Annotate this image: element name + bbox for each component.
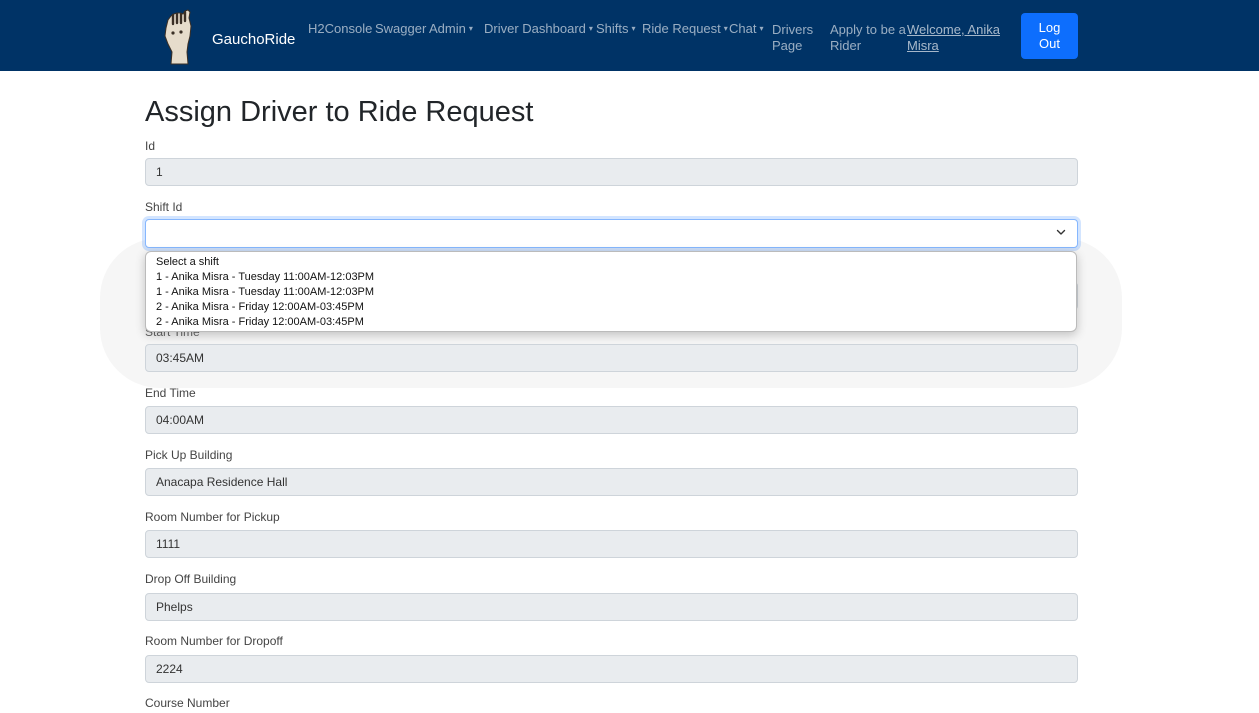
nav-swagger-label: Swagger — [375, 21, 427, 36]
pickup-room-label: Room Number for Pickup — [145, 510, 280, 524]
chevron-down-icon: ▾ — [631, 24, 636, 33]
nav-ride-request-label: Ride Request — [642, 21, 721, 36]
brand-name[interactable]: GauchoRide — [212, 31, 295, 48]
shift-option-placeholder[interactable]: Select a shift — [156, 255, 1076, 270]
logout-line2: Out — [1039, 36, 1060, 51]
dropoff-building-field[interactable]: Phelps — [145, 593, 1078, 621]
shift-option[interactable]: 2 - Anika Misra - Friday 12:00AM-03:45PM — [156, 315, 1076, 330]
id-label: Id — [145, 139, 156, 153]
nav-welcome-line2: Misra — [907, 38, 939, 53]
end-time-field[interactable]: 04:00AM — [145, 406, 1078, 434]
nav-welcome-line1: Welcome, Anika — [907, 22, 1000, 37]
nav-driver-dashboard-dropdown[interactable]: Driver Dashboard ▾ — [484, 21, 593, 37]
shift-dropdown-list: Select a shift 1 - Anika Misra - Tuesday… — [145, 251, 1077, 332]
pickup-building-label: Pick Up Building — [145, 448, 233, 462]
logout-line1: Log — [1038, 20, 1061, 35]
start-time-field[interactable]: 03:45AM — [145, 344, 1078, 372]
nav-apply-line1: Apply to be a — [830, 22, 906, 37]
nav-apply-line2: Rider — [830, 38, 862, 53]
shift-option[interactable]: 1 - Anika Misra - Tuesday 11:00AM-12:03P… — [156, 270, 1076, 285]
chevron-down-icon: ▾ — [468, 24, 473, 33]
nav-apply-rider[interactable]: Apply to be a Rider — [830, 22, 906, 54]
nav-chat-label: Chat — [729, 21, 757, 36]
shift-id-label: Shift Id — [145, 200, 183, 214]
nav-shifts-label: Shifts — [596, 21, 629, 36]
shift-id-select[interactable] — [145, 219, 1078, 248]
chevron-down-icon: ▾ — [759, 24, 764, 33]
nav-drivers-page-line1: Drivers — [772, 22, 814, 37]
end-time-label: End Time — [145, 386, 196, 400]
logout-button[interactable]: Log Out — [1021, 13, 1078, 59]
nav-drivers-page-line2: Page — [772, 38, 803, 53]
course-number-label: Course Number — [145, 696, 230, 710]
shift-option[interactable]: 1 - Anika Misra - Tuesday 11:00AM-12:03P… — [156, 285, 1076, 300]
pickup-building-field[interactable]: Anacapa Residence Hall — [145, 468, 1078, 496]
shift-option[interactable]: 2 - Anika Misra - Friday 12:00AM-03:45PM — [156, 300, 1076, 315]
nav-h2console-label: H2Console — [308, 21, 373, 36]
nav-drivers-page[interactable]: Drivers Page — [772, 22, 813, 54]
nav-ride-request-dropdown[interactable]: Ride Request ▾ — [642, 21, 728, 37]
nav-swagger[interactable]: Swagger — [375, 21, 426, 37]
dropoff-room-label: Room Number for Dropoff — [145, 634, 283, 648]
pickup-room-field[interactable]: 1111 — [145, 530, 1078, 558]
chevron-down-icon: ▾ — [723, 24, 728, 33]
chevron-down-icon — [1056, 229, 1066, 235]
nav-welcome-profile-link[interactable]: Welcome, Anika Misra — [907, 22, 1000, 54]
nav-admin-dropdown[interactable]: Admin ▾ — [429, 21, 473, 37]
dropoff-building-label: Drop Off Building — [145, 572, 237, 586]
chevron-down-icon: ▾ — [588, 24, 593, 33]
id-field[interactable]: 1 — [145, 158, 1078, 186]
gaucho-hand-logo-icon[interactable] — [159, 6, 195, 66]
top-navbar: GauchoRide H2Console Swagger Admin ▾ Driv… — [0, 0, 1259, 71]
nav-shifts-dropdown[interactable]: Shifts ▾ — [596, 21, 636, 37]
dropoff-room-field[interactable]: 2224 — [145, 655, 1078, 683]
nav-chat-dropdown[interactable]: Chat ▾ — [729, 21, 763, 37]
page-title: Assign Driver to Ride Request — [145, 96, 534, 128]
nav-driver-dashboard-label: Driver Dashboard — [484, 21, 586, 36]
nav-h2console[interactable]: H2Console — [308, 21, 372, 37]
nav-admin-label: Admin — [429, 21, 466, 36]
